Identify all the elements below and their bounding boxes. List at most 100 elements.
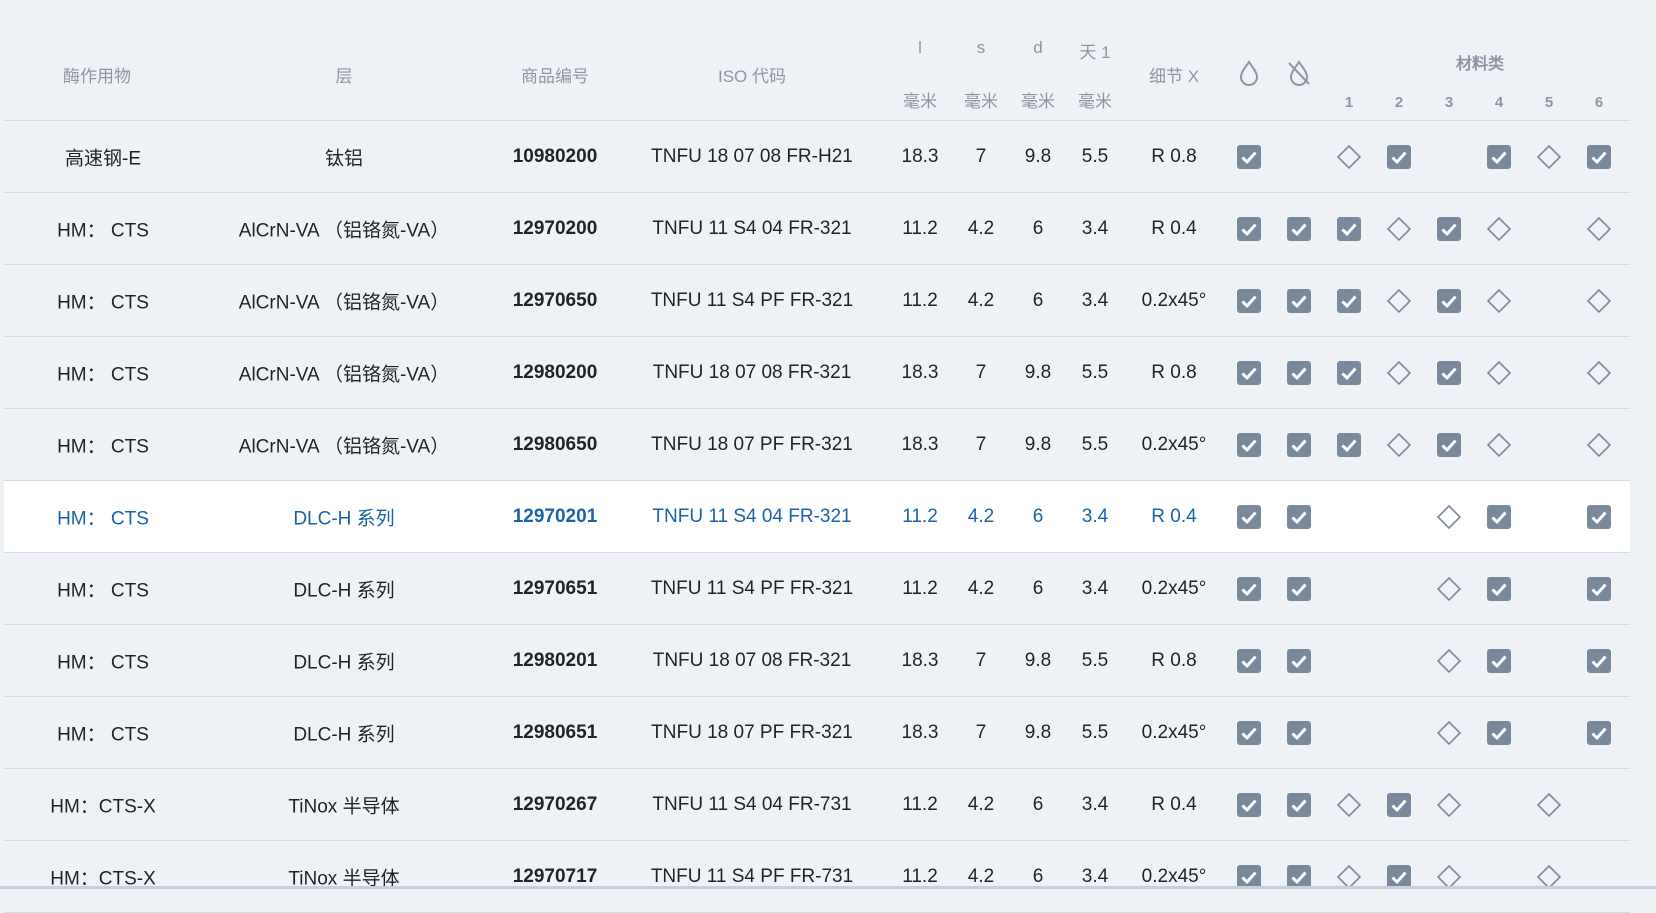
checkbox-checked-icon <box>1236 216 1262 242</box>
cell-enzyme: HM： CTS <box>57 724 149 745</box>
checkbox-checked-icon <box>1436 360 1462 386</box>
cell-d: 9.8 <box>1024 649 1052 671</box>
cell-layer: DLC-H 系列 <box>293 724 395 745</box>
cell-item-number: 12970201 <box>512 505 598 527</box>
cell-d: 6 <box>1032 289 1044 311</box>
table-row[interactable]: HM：CTS-X TiNox 半导体 12970267 TNFU 11 S4 04 F… <box>4 769 1630 841</box>
cell-layer: TiNox 半导体 <box>288 796 400 817</box>
checkbox-checked-icon <box>1386 144 1412 170</box>
cell-layer: DLC-H 系列 <box>293 652 395 673</box>
table-row[interactable]: HM：CTS-X TiNox 半导体 12970717 TNFU 11 S4 PF F… <box>4 841 1630 913</box>
checkbox-checked-icon <box>1386 792 1412 818</box>
checkbox-checked-icon <box>1286 432 1312 458</box>
cell-item-number: 10980200 <box>512 145 598 167</box>
unit-mm: 毫米 <box>1021 92 1055 111</box>
cell-enzyme: HM： CTS <box>57 652 149 673</box>
cell-detail: R 0.8 <box>1151 145 1197 167</box>
cell-s: 7 <box>975 433 987 455</box>
checkbox-checked-icon <box>1236 360 1262 386</box>
diamond-outline-icon <box>1536 144 1562 170</box>
cell-enzyme: 高速钢-E <box>64 148 142 169</box>
table-row[interactable]: HM： CTS DLC-H 系列 12980651 TNFU 18 07 PF FR-… <box>4 697 1630 769</box>
table-row[interactable]: HM： CTS DLC-H 系列 12980201 TNFU 18 07 08 FR-… <box>4 625 1630 697</box>
cell-item-number: 12970650 <box>512 289 598 311</box>
unit-mm: 毫米 <box>964 92 998 111</box>
diamond-outline-icon <box>1586 288 1612 314</box>
cell-detail: 0.2x45° <box>1141 433 1207 455</box>
cell-s: 7 <box>975 145 987 167</box>
cell-iso-code: TNFU 11 S4 PF FR-321 <box>650 289 854 311</box>
cell-l: 18.3 <box>901 721 939 743</box>
table-header: 酶作用物 层 商品编号 ISO 代码 l s d 天 1 毫米 毫米 毫米 毫米… <box>4 0 1630 121</box>
cell-layer: AlCrN-VA （铝铬氮-VA） <box>238 436 450 457</box>
cell-item-number: 12970717 <box>512 865 598 887</box>
table-row[interactable]: HM： CTS AlCrN-VA （铝铬氮-VA） 12980200 TNFU 18 … <box>4 337 1630 409</box>
cell-d: 9.8 <box>1024 721 1052 743</box>
checkbox-checked-icon <box>1236 288 1262 314</box>
cell-enzyme: HM： CTS <box>57 364 149 385</box>
unit-mm: 毫米 <box>1078 92 1112 111</box>
cell-item-number: 12980651 <box>512 721 598 743</box>
col-detail-header: 细节 X <box>1148 67 1200 86</box>
diamond-outline-icon <box>1436 792 1462 818</box>
diamond-outline-icon <box>1386 288 1412 314</box>
checkbox-checked-icon <box>1486 576 1512 602</box>
checkbox-checked-icon <box>1236 432 1262 458</box>
cell-day1: 3.4 <box>1081 793 1109 815</box>
col-enzyme-header: 酶作用物 <box>63 67 131 86</box>
cell-detail: 0.2x45° <box>1141 865 1207 887</box>
diamond-outline-icon <box>1536 792 1562 818</box>
cell-l: 11.2 <box>902 793 938 815</box>
checkbox-checked-icon <box>1436 432 1462 458</box>
cell-enzyme: HM： CTS <box>57 436 149 457</box>
cell-item-number: 12980200 <box>512 361 598 383</box>
cell-s: 4.2 <box>967 289 995 311</box>
col-d-header: d <box>1033 38 1043 57</box>
diamond-outline-icon <box>1586 216 1612 242</box>
cell-detail: R 0.4 <box>1151 505 1197 527</box>
cell-day1: 3.4 <box>1081 217 1109 239</box>
table-row[interactable]: HM： CTS AlCrN-VA （铝铬氮-VA） 12970650 TNFU 11 … <box>4 265 1630 337</box>
checkbox-checked-icon <box>1236 576 1262 602</box>
diamond-outline-icon <box>1486 360 1512 386</box>
table-row[interactable]: HM： CTS AlCrN-VA （铝铬氮-VA） 12970200 TNFU 11 … <box>4 193 1630 265</box>
table-row[interactable]: 高速钢-E 钛铝 10980200 TNFU 18 07 08 FR-H21 18.3 7… <box>4 121 1630 193</box>
checkbox-checked-icon <box>1286 288 1312 314</box>
cell-enzyme: HM： CTS <box>57 220 149 241</box>
table-row[interactable]: HM： CTS DLC-H 系列 12970201 TNFU 11 S4 04 FR-… <box>4 481 1630 553</box>
diamond-outline-icon <box>1336 144 1362 170</box>
checkbox-checked-icon <box>1586 648 1612 674</box>
table-row[interactable]: HM： CTS DLC-H 系列 12970651 TNFU 11 S4 PF FR-… <box>4 553 1630 625</box>
diamond-outline-icon <box>1386 360 1412 386</box>
cell-iso-code: TNFU 11 S4 PF FR-321 <box>650 577 854 599</box>
cell-s: 4.2 <box>967 505 995 527</box>
cell-day1: 5.5 <box>1081 433 1109 455</box>
checkbox-checked-icon <box>1336 360 1362 386</box>
cell-s: 4.2 <box>967 577 995 599</box>
unit-mm: 毫米 <box>903 92 937 111</box>
no-droplet-icon <box>1286 60 1312 86</box>
cell-layer: DLC-H 系列 <box>293 508 395 529</box>
cell-iso-code: TNFU 18 07 PF FR-321 <box>651 721 853 743</box>
checkbox-checked-icon <box>1436 216 1462 242</box>
diamond-outline-icon <box>1386 432 1412 458</box>
cell-item-number: 12970200 <box>512 217 598 239</box>
diamond-outline-icon <box>1436 720 1462 746</box>
col-l-header: l <box>918 38 922 57</box>
cell-detail: R 0.4 <box>1151 217 1197 239</box>
cell-d: 9.8 <box>1024 433 1052 455</box>
checkbox-checked-icon <box>1236 504 1262 530</box>
cell-layer: AlCrN-VA （铝铬氮-VA） <box>238 292 450 313</box>
cell-d: 6 <box>1032 865 1044 887</box>
cell-iso-code: TNFU 18 07 PF FR-321 <box>651 433 853 455</box>
cell-s: 4.2 <box>967 865 995 887</box>
cell-d: 9.8 <box>1024 361 1052 383</box>
cell-l: 11.2 <box>902 217 938 239</box>
cell-enzyme: HM： CTS <box>57 292 149 313</box>
cell-item-number: 12980650 <box>512 433 598 455</box>
diamond-outline-icon <box>1436 648 1462 674</box>
cell-day1: 3.4 <box>1081 577 1109 599</box>
cell-detail: R 0.8 <box>1151 361 1197 383</box>
table-row[interactable]: HM： CTS AlCrN-VA （铝铬氮-VA） 12980650 TNFU 18 … <box>4 409 1630 481</box>
cell-iso-code: TNFU 18 07 08 FR-321 <box>652 361 852 383</box>
